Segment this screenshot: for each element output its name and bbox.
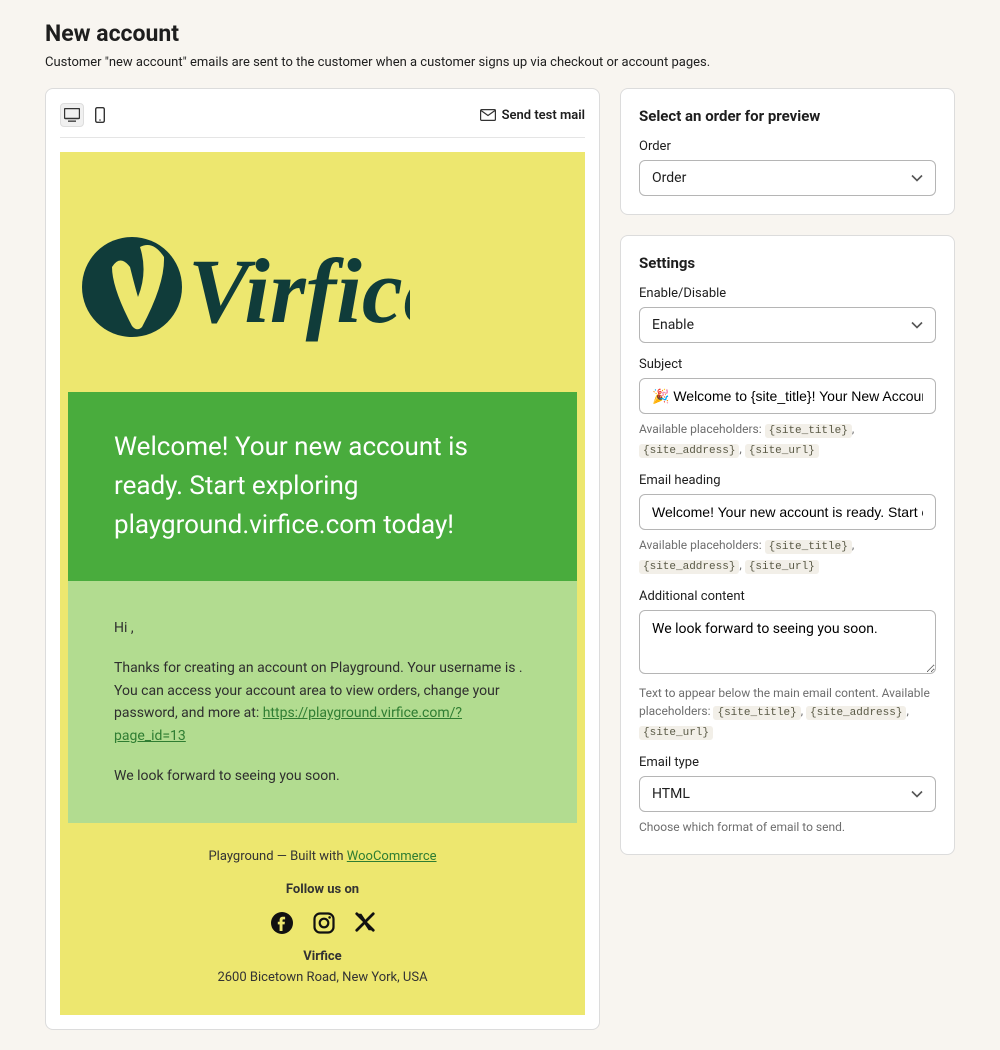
footer-built-text: — Built with — [274, 849, 347, 864]
facebook-icon[interactable] — [270, 911, 294, 935]
placeholder-tag: {site_title} — [713, 706, 800, 720]
order-panel-title: Select an order for preview — [639, 107, 936, 125]
page-title: New account — [45, 20, 955, 47]
chevron-down-icon — [911, 790, 923, 798]
enable-label: Enable/Disable — [639, 286, 936, 301]
send-test-mail-button[interactable]: Send test mail — [480, 108, 585, 123]
company-name: Virfice — [80, 949, 565, 964]
additional-content-textarea[interactable] — [639, 610, 936, 674]
chevron-down-icon — [911, 321, 923, 329]
order-select-value: Order — [652, 170, 686, 186]
social-icons-row — [80, 911, 565, 935]
subject-hint: Available placeholders: {site_title}, {s… — [639, 420, 936, 459]
order-select[interactable]: Order — [639, 160, 936, 196]
placeholder-tag: {site_url} — [639, 726, 713, 740]
enable-select[interactable]: Enable — [639, 307, 936, 343]
x-twitter-icon[interactable] — [354, 911, 376, 935]
email-type-select[interactable]: HTML — [639, 776, 936, 812]
email-preview-panel: Send test mail Virfice Welcome! Your new… — [45, 88, 600, 1030]
subject-hint-prefix: Available placeholders: — [639, 422, 765, 436]
chevron-down-icon — [911, 174, 923, 182]
email-preview-frame: Virfice Welcome! Your new account is rea… — [60, 152, 585, 1015]
instagram-icon[interactable] — [312, 911, 336, 935]
order-select-panel: Select an order for preview Order Order — [620, 88, 955, 215]
placeholder-tag: {site_address} — [639, 444, 739, 458]
email-heading-hint: Available placeholders: {site_title}, {s… — [639, 536, 936, 575]
desktop-icon — [64, 108, 80, 122]
placeholder-tag: {site_title} — [765, 540, 852, 554]
email-heading-block: Welcome! Your new account is ready. Star… — [68, 392, 577, 581]
email-body-closing: We look forward to seeing you soon. — [114, 765, 531, 787]
mobile-icon — [95, 107, 105, 123]
placeholder-tag: {site_url} — [745, 444, 819, 458]
email-heading-label: Email heading — [639, 473, 936, 488]
email-type-label: Email type — [639, 755, 936, 770]
svg-text:Virfice: Virfice — [188, 240, 410, 342]
device-toggle-group — [60, 103, 112, 127]
page-description: Customer "new account" emails are sent t… — [45, 55, 955, 70]
email-body-paragraph: Thanks for creating an account on Playgr… — [114, 657, 531, 747]
email-type-value: HTML — [652, 786, 690, 802]
email-logo: Virfice — [60, 174, 585, 392]
email-type-hint: Choose which format of email to send. — [639, 818, 936, 836]
placeholder-tag: {site_url} — [745, 560, 819, 574]
settings-panel: Settings Enable/Disable Enable Subject A… — [620, 235, 955, 855]
desktop-view-button[interactable] — [60, 103, 84, 127]
virfice-logo-icon: Virfice — [80, 212, 410, 362]
email-greeting: Hi , — [114, 617, 531, 639]
order-field-label: Order — [639, 139, 936, 154]
email-body-block: Hi , Thanks for creating an account on P… — [68, 581, 577, 823]
additional-content-hint: Text to appear below the main email cont… — [639, 684, 936, 741]
footer-woocommerce-link[interactable]: WooCommerce — [347, 849, 437, 864]
subject-input[interactable] — [639, 378, 936, 414]
footer-site-name: Playground — [208, 849, 273, 864]
additional-content-label: Additional content — [639, 589, 936, 604]
company-address: 2600 Bicetown Road, New York, USA — [80, 970, 565, 985]
placeholder-tag: {site_address} — [806, 706, 906, 720]
preview-toolbar: Send test mail — [60, 103, 585, 138]
placeholder-tag: {site_address} — [639, 560, 739, 574]
send-test-mail-label: Send test mail — [502, 108, 585, 123]
enable-select-value: Enable — [652, 317, 694, 333]
follow-us-label: Follow us on — [80, 882, 565, 897]
mail-icon — [480, 109, 496, 121]
email-footer: Playground — Built with WooCommerce Foll… — [60, 823, 585, 1015]
email-heading-hint-prefix: Available placeholders: — [639, 538, 765, 552]
placeholder-tag: {site_title} — [765, 424, 852, 438]
mobile-view-button[interactable] — [88, 103, 112, 127]
email-heading-input[interactable] — [639, 494, 936, 530]
subject-label: Subject — [639, 357, 936, 372]
settings-title: Settings — [639, 254, 936, 272]
